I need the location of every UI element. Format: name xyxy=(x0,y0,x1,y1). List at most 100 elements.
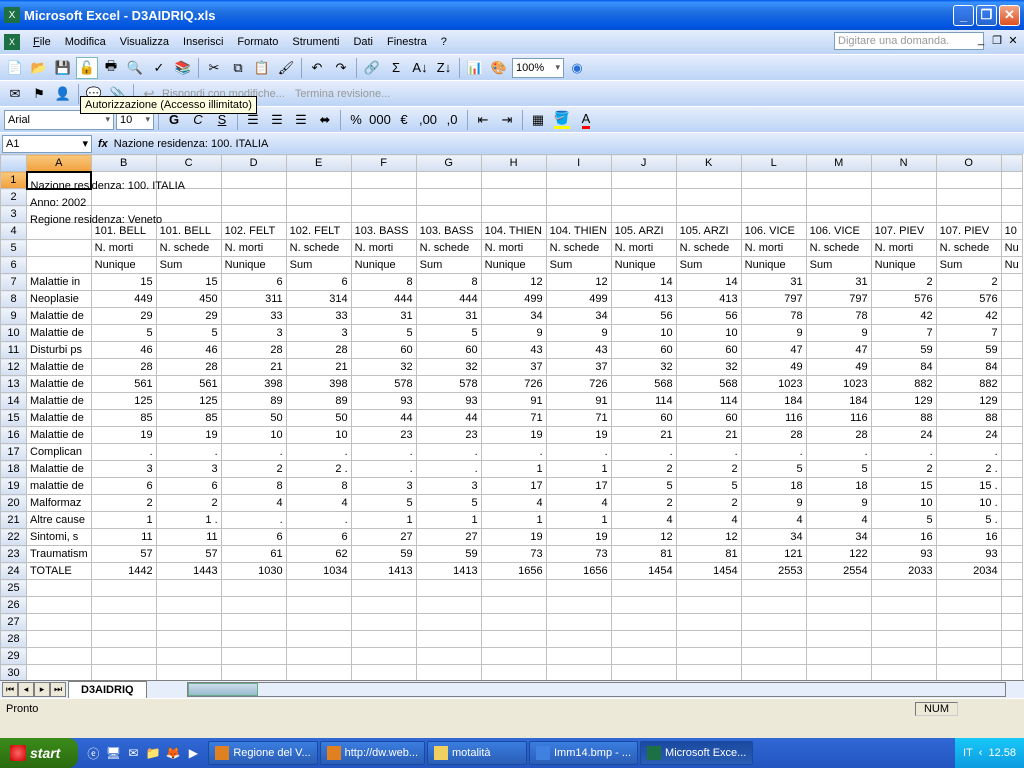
cell[interactable]: 9 xyxy=(741,325,806,342)
cell[interactable]: 2553 xyxy=(741,563,806,580)
cell[interactable]: . xyxy=(806,444,871,461)
cell[interactable]: 1454 xyxy=(611,563,676,580)
cell[interactable]: 71 xyxy=(546,410,611,427)
cell[interactable]: 8 xyxy=(351,274,416,291)
cell[interactable]: 2 xyxy=(91,495,156,512)
cell[interactable]: 1023 xyxy=(741,376,806,393)
cell[interactable]: 106. VICE xyxy=(806,223,871,240)
cell[interactable]: Nunique xyxy=(481,257,546,274)
flag-icon[interactable]: ⚑ xyxy=(28,83,50,105)
cell[interactable]: Malattie de xyxy=(27,427,92,444)
cell[interactable]: 4 xyxy=(611,512,676,529)
cell[interactable]: 93 xyxy=(871,546,936,563)
cell[interactable]: 19 xyxy=(546,529,611,546)
row-header-13[interactable]: 13 xyxy=(1,376,27,393)
cell[interactable]: . xyxy=(221,512,286,529)
cell[interactable]: malattie de xyxy=(27,478,92,495)
cell[interactable]: Sum xyxy=(416,257,481,274)
cell[interactable]: 4 xyxy=(741,512,806,529)
row-header-14[interactable]: 14 xyxy=(1,393,27,410)
cell[interactable]: 16 xyxy=(871,529,936,546)
cell[interactable]: 2 xyxy=(936,274,1001,291)
cell[interactable]: Sum xyxy=(156,257,221,274)
cell[interactable]: 561 xyxy=(91,376,156,393)
row-header-5[interactable]: 5 xyxy=(1,240,27,257)
col-header-G[interactable]: G xyxy=(416,155,481,172)
cell[interactable]: 1656 xyxy=(546,563,611,580)
cell[interactable]: 78 xyxy=(806,308,871,325)
save-icon[interactable]: 💾 xyxy=(52,57,74,79)
cell[interactable]: . xyxy=(351,461,416,478)
formula-text[interactable]: Nazione residenza: 100. ITALIA xyxy=(114,138,269,150)
cell[interactable]: 21 xyxy=(611,427,676,444)
fill-color-icon[interactable]: 🪣 xyxy=(551,109,573,131)
permission-icon[interactable]: 🔓 xyxy=(76,57,98,79)
tab-prev-icon[interactable]: ◂ xyxy=(18,682,34,697)
cell[interactable]: 34 xyxy=(481,308,546,325)
align-center-icon[interactable]: ☰ xyxy=(266,109,288,131)
cell[interactable]: 1 xyxy=(481,461,546,478)
row-header-9[interactable]: 9 xyxy=(1,308,27,325)
cell[interactable]: N. morti xyxy=(351,240,416,257)
row-header-29[interactable]: 29 xyxy=(1,648,27,665)
cell[interactable]: 450 xyxy=(156,291,221,308)
cell[interactable]: 104. THIEN xyxy=(546,223,611,240)
cell[interactable]: 2 xyxy=(611,495,676,512)
align-right-icon[interactable]: ☰ xyxy=(290,109,312,131)
cell[interactable]: 14 xyxy=(676,274,741,291)
row-header-30[interactable]: 30 xyxy=(1,665,27,681)
cell[interactable]: . xyxy=(611,444,676,461)
cell[interactable]: 2033 xyxy=(871,563,936,580)
cell[interactable]: 12 xyxy=(546,274,611,291)
cell[interactable]: . xyxy=(286,444,351,461)
menu-tools[interactable]: Strumenti xyxy=(285,33,346,51)
cell[interactable]: 3 xyxy=(156,461,221,478)
cell[interactable]: 413 xyxy=(676,291,741,308)
cell[interactable]: 50 xyxy=(221,410,286,427)
cell[interactable]: 15 . xyxy=(936,478,1001,495)
cell[interactable]: N. schede xyxy=(806,240,871,257)
cell[interactable]: 449 xyxy=(91,291,156,308)
cell[interactable]: 33 xyxy=(286,308,351,325)
cell[interactable]: 10 xyxy=(676,325,741,342)
cell[interactable]: 56 xyxy=(611,308,676,325)
cell[interactable]: 2034 xyxy=(936,563,1001,580)
menu-help[interactable]: ? xyxy=(434,33,454,51)
cell[interactable]: . xyxy=(156,444,221,461)
worksheet-grid[interactable]: ABCDEFGHIJKLMNO1Nazione residenza: 100. … xyxy=(0,154,1024,680)
cell[interactable]: 46 xyxy=(91,342,156,359)
cell[interactable]: Sum xyxy=(286,257,351,274)
cell[interactable]: N. schede xyxy=(936,240,1001,257)
cell[interactable]: 314 xyxy=(286,291,351,308)
menu-view[interactable]: Visualizza xyxy=(113,33,176,51)
paste-icon[interactable]: 📋 xyxy=(251,57,273,79)
cell[interactable]: 444 xyxy=(416,291,481,308)
cell[interactable]: 103. BASS xyxy=(416,223,481,240)
cell[interactable]: 73 xyxy=(546,546,611,563)
cell[interactable]: Sum xyxy=(936,257,1001,274)
cell[interactable]: N. schede xyxy=(676,240,741,257)
cell[interactable]: 23 xyxy=(416,427,481,444)
cell[interactable]: TOTALE xyxy=(27,563,92,580)
row-header-6[interactable]: 6 xyxy=(1,257,27,274)
percent-icon[interactable]: % xyxy=(345,109,367,131)
cell[interactable]: 125 xyxy=(91,393,156,410)
cell[interactable]: 12 xyxy=(676,529,741,546)
cell[interactable]: 4 xyxy=(286,495,351,512)
font-color-icon[interactable]: A xyxy=(575,109,597,131)
cell[interactable]: 499 xyxy=(546,291,611,308)
cell[interactable]: 1034 xyxy=(286,563,351,580)
cell[interactable]: 4 xyxy=(676,512,741,529)
cell[interactable]: 9 xyxy=(741,495,806,512)
cell[interactable]: 19 xyxy=(91,427,156,444)
cell[interactable]: 107. PIEV xyxy=(936,223,1001,240)
cell[interactable]: 29 xyxy=(156,308,221,325)
mail-icon[interactable]: ✉ xyxy=(124,744,142,762)
help-icon[interactable]: ◉ xyxy=(566,57,588,79)
cell[interactable]: 46 xyxy=(156,342,221,359)
cell[interactable]: 2 xyxy=(871,274,936,291)
horizontal-scrollbar[interactable] xyxy=(187,682,1006,697)
cell[interactable]: N. morti xyxy=(481,240,546,257)
cell[interactable]: 43 xyxy=(481,342,546,359)
cell[interactable]: 27 xyxy=(351,529,416,546)
